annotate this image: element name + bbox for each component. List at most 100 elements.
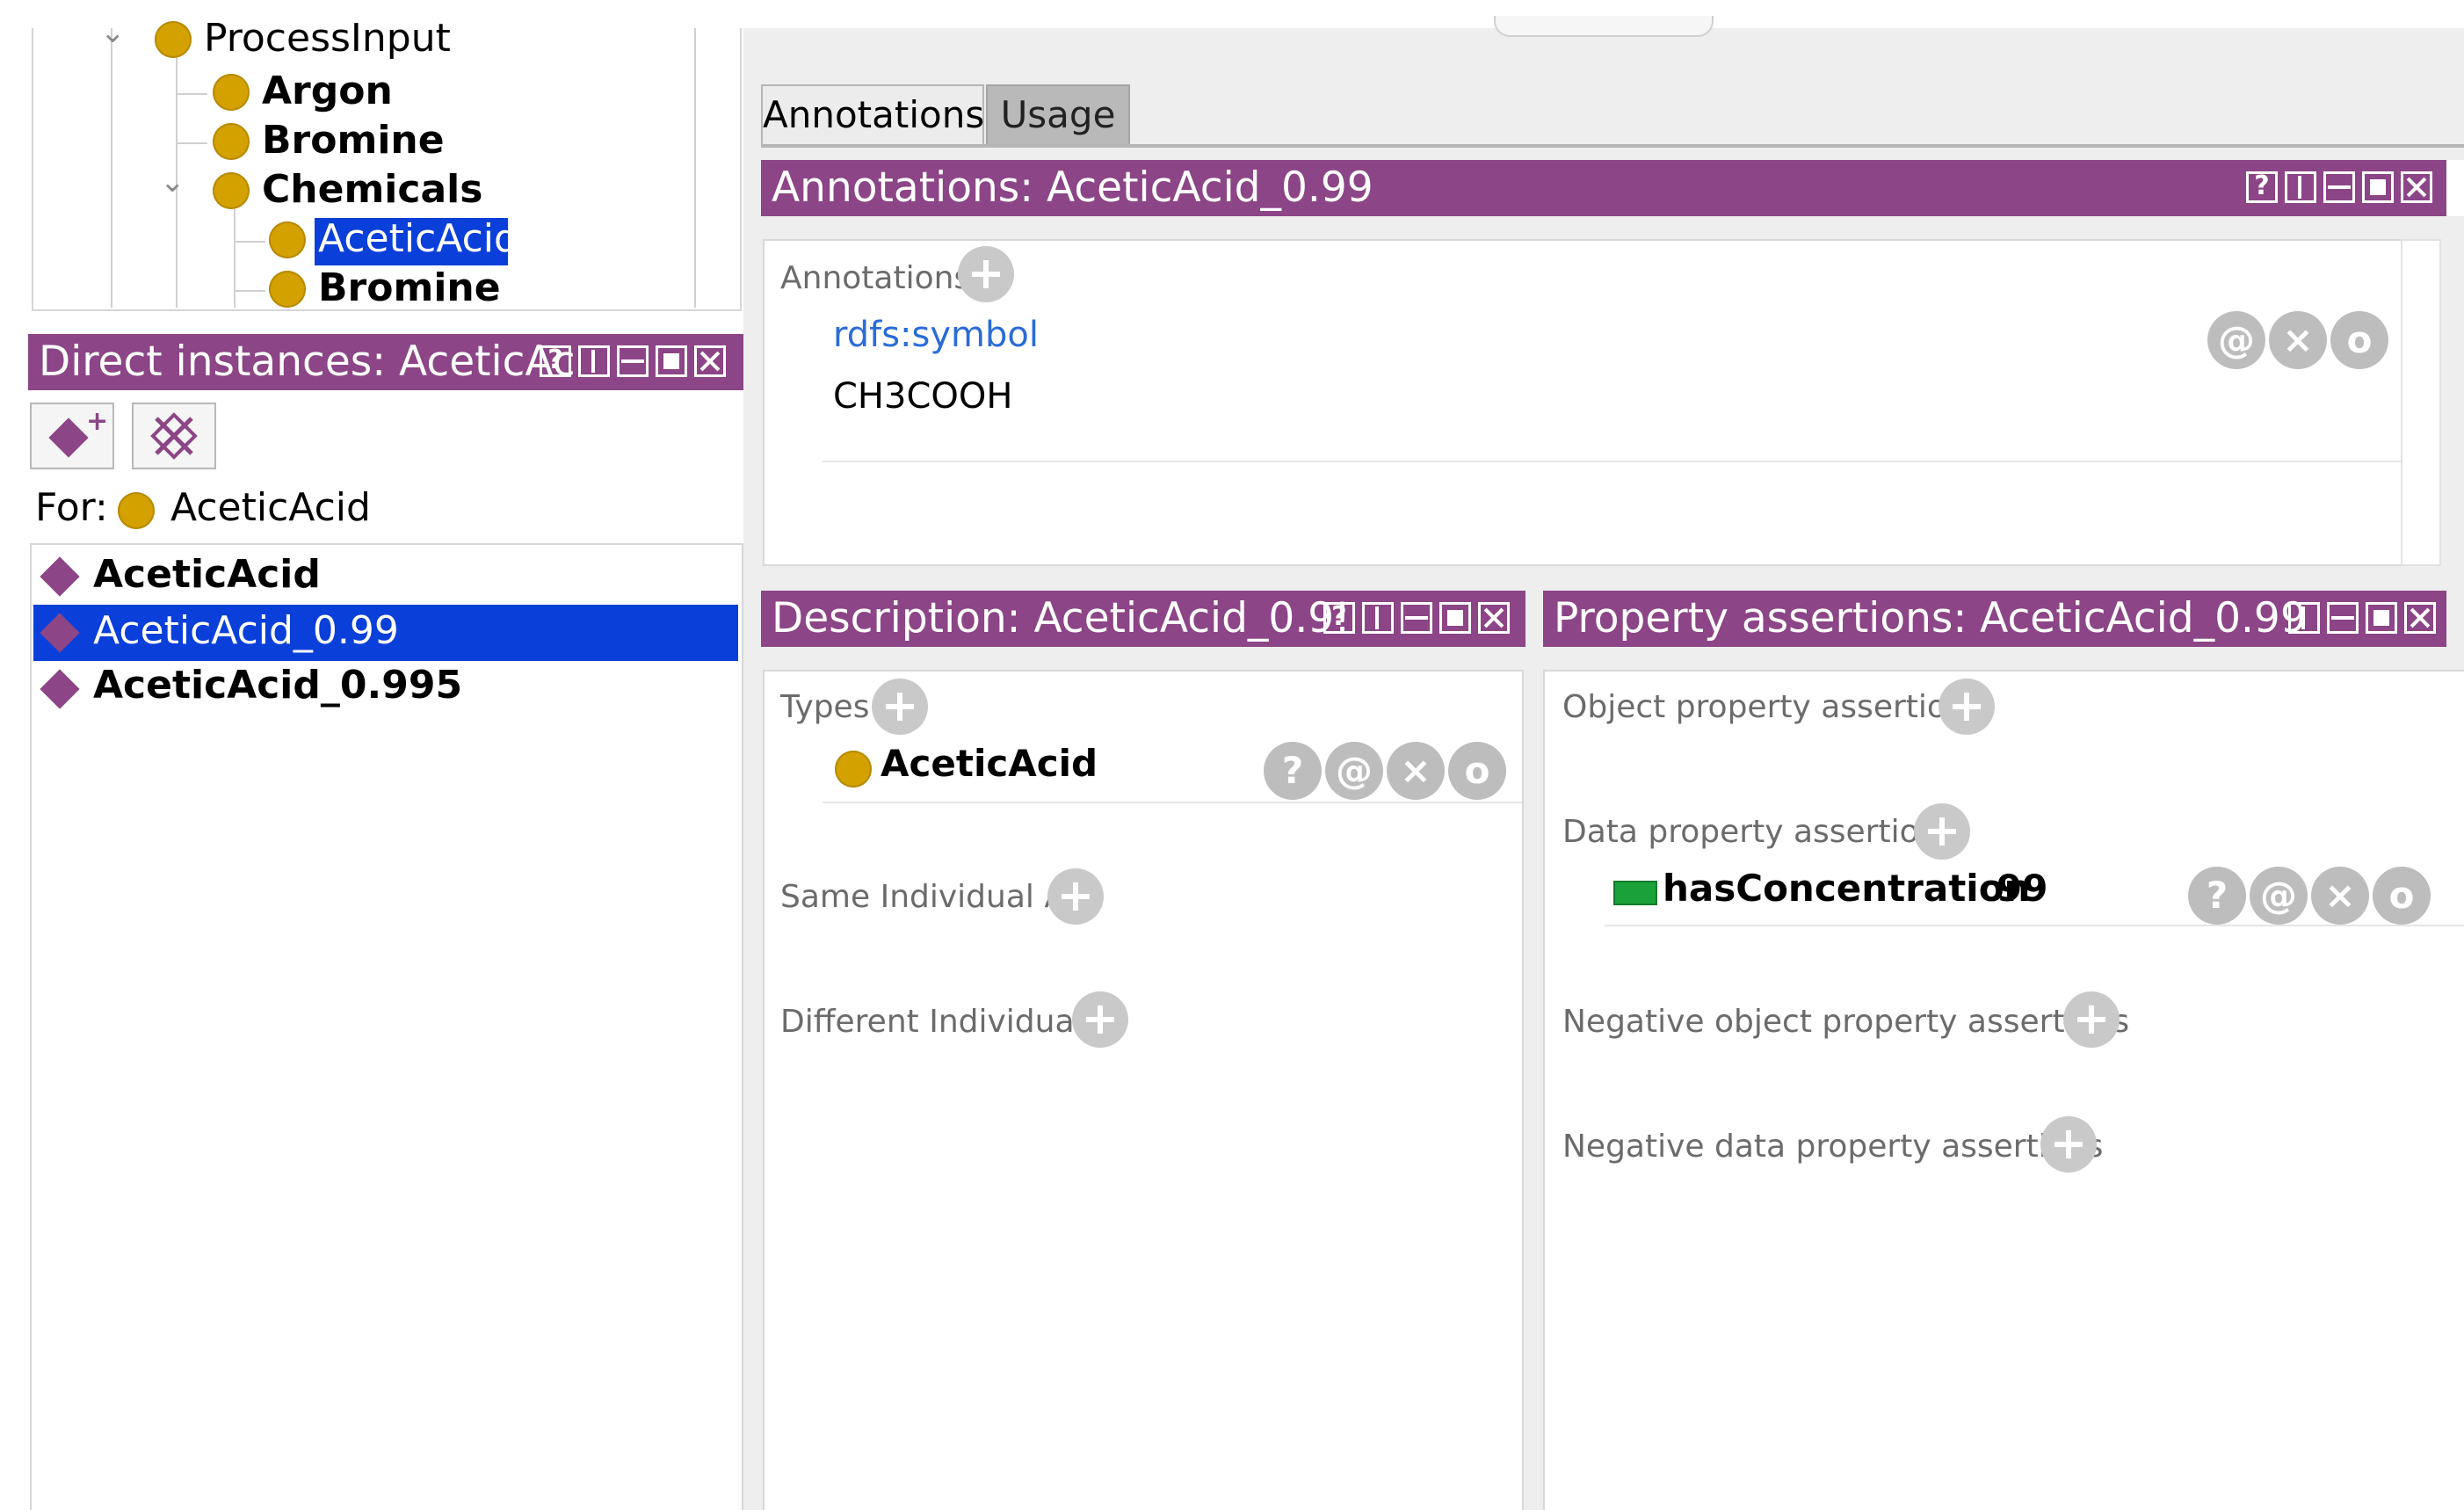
split-horizontal-icon[interactable] xyxy=(1401,602,1432,634)
add-individual-button[interactable]: + xyxy=(30,403,114,469)
help-icon[interactable]: ? xyxy=(2188,867,2246,925)
class-icon xyxy=(213,172,250,209)
add-annotation-button[interactable] xyxy=(958,246,1014,302)
tree-guide-line xyxy=(176,93,207,95)
tree-row-aceticacid[interactable]: AceticAcid xyxy=(264,216,527,265)
delete-icon[interactable]: × xyxy=(2311,867,2369,925)
panel-title: Property assertions: AceticAcid_0.99 xyxy=(1554,594,2307,642)
delete-icon[interactable]: × xyxy=(2269,311,2327,369)
class-icon xyxy=(118,492,155,529)
add-object-property-button[interactable] xyxy=(1939,679,1995,735)
add-type-button[interactable] xyxy=(872,679,928,735)
add-same-individual-button[interactable] xyxy=(1047,868,1104,925)
delete-icon[interactable]: × xyxy=(1387,742,1445,800)
annotation-value: CH3COOH xyxy=(833,376,1013,417)
for-class-label: AceticAcid xyxy=(170,485,371,530)
negative-object-property-label: Negative object property assertions xyxy=(1562,1004,2130,1040)
class-icon xyxy=(155,21,192,58)
add-negative-object-property-button[interactable] xyxy=(2063,991,2120,1048)
data-property-row-separator xyxy=(1605,925,2464,926)
tree-row-processinput[interactable]: ⌄ ProcessInput xyxy=(95,16,464,65)
tree-guide-line xyxy=(234,290,265,292)
delete-individual-icon xyxy=(150,412,198,460)
class-icon xyxy=(269,221,306,258)
tree-row-bromine[interactable]: Bromine xyxy=(207,118,471,165)
help-icon[interactable]: ? xyxy=(1264,742,1322,800)
annotation-property-link[interactable]: rdfs:symbol xyxy=(833,315,1039,355)
tree-item-label: Bromine xyxy=(262,118,445,163)
tree-row-argon[interactable]: Argon xyxy=(207,69,471,116)
split-vertical-icon[interactable] xyxy=(2288,602,2320,634)
help-icon[interactable] xyxy=(540,345,571,377)
split-vertical-icon[interactable] xyxy=(578,345,610,377)
close-icon[interactable] xyxy=(1478,602,1510,634)
tab-usage[interactable]: Usage xyxy=(986,84,1130,146)
tree-item-label: Bromine xyxy=(318,265,501,310)
data-property-assertions-label: Data property assertions xyxy=(1562,814,1956,850)
add-negative-data-property-button[interactable] xyxy=(2040,1116,2097,1172)
data-property-name[interactable]: hasConcentration xyxy=(1663,867,2030,910)
object-property-assertions-label: Object property assertions xyxy=(1562,689,1983,725)
class-icon xyxy=(835,751,872,788)
maximize-icon[interactable] xyxy=(2366,602,2397,634)
delete-individual-button[interactable] xyxy=(132,403,216,469)
list-item[interactable]: AceticAcid xyxy=(33,550,738,603)
split-horizontal-icon[interactable] xyxy=(2327,602,2359,634)
direct-instances-header: Direct instances: AceticAc xyxy=(28,334,743,390)
type-value[interactable]: AceticAcid xyxy=(881,742,1098,785)
different-individuals-label: Different Individuals xyxy=(780,1004,1100,1040)
tab-label: Annotations xyxy=(763,93,985,136)
annotations-section-label: Annotations xyxy=(780,260,971,296)
tree-item-label: Argon xyxy=(262,69,393,113)
split-vertical-icon[interactable] xyxy=(2285,171,2316,203)
tree-item-label: ProcessInput xyxy=(204,16,451,61)
tree-item-label: AceticAcid xyxy=(318,216,518,261)
negative-data-property-label: Negative data property assertions xyxy=(1562,1129,2104,1165)
list-item-selected[interactable]: AceticAcid_0.99 xyxy=(33,605,738,661)
individual-icon xyxy=(48,417,89,458)
types-label: Types xyxy=(780,689,870,725)
tree-guide-line xyxy=(234,241,265,243)
view-controls xyxy=(540,345,726,377)
chevron-down-icon[interactable]: ⌄ xyxy=(160,167,186,197)
description-header: Description: AceticAcid_0.9! xyxy=(761,591,1526,647)
split-horizontal-icon[interactable] xyxy=(617,345,649,377)
close-icon[interactable] xyxy=(694,345,726,377)
maximize-icon[interactable] xyxy=(2362,171,2394,203)
annotations-scrollbar[interactable] xyxy=(2401,239,2441,566)
tree-guide-line xyxy=(234,209,236,308)
chevron-down-icon[interactable]: ⌄ xyxy=(100,18,127,47)
top-split-handle[interactable] xyxy=(1494,16,1714,37)
tree-row-bromine-2[interactable]: Bromine xyxy=(264,265,527,313)
panel-title: Annotations: AceticAcid_0.99 xyxy=(772,163,1373,212)
close-icon[interactable] xyxy=(2404,602,2436,634)
add-different-individual-button[interactable] xyxy=(1072,991,1128,1048)
split-divider[interactable] xyxy=(743,28,761,1510)
maximize-icon[interactable] xyxy=(656,345,687,377)
type-row-separator xyxy=(823,802,1522,803)
data-property-value[interactable]: 99 xyxy=(1997,867,2047,910)
list-item-label: AceticAcid xyxy=(93,552,321,597)
list-item[interactable]: AceticAcid_0.995 xyxy=(33,663,738,715)
annotate-icon[interactable]: @ xyxy=(2250,867,2308,925)
add-data-property-button[interactable] xyxy=(1914,803,1970,860)
class-icon xyxy=(269,271,306,308)
split-horizontal-icon[interactable] xyxy=(2323,171,2355,203)
tree-row-chemicals[interactable]: ⌄ Chemicals xyxy=(155,167,506,214)
edit-icon[interactable]: o xyxy=(1448,742,1506,800)
split-vertical-icon[interactable] xyxy=(1362,602,1394,634)
individual-icon xyxy=(40,669,80,709)
panel-title: Direct instances: AceticAc xyxy=(39,338,576,386)
edit-icon[interactable]: o xyxy=(2373,867,2431,925)
class-icon xyxy=(213,123,250,160)
maximize-icon[interactable] xyxy=(1439,602,1471,634)
annotate-icon[interactable]: @ xyxy=(2207,311,2265,369)
help-icon[interactable] xyxy=(1323,601,1355,634)
close-icon[interactable] xyxy=(2401,171,2432,203)
tab-annotations[interactable]: Annotations xyxy=(761,84,984,146)
edit-icon[interactable]: o xyxy=(2330,311,2388,369)
annotate-icon[interactable]: @ xyxy=(1325,742,1383,800)
same-individual-label: Same Individual As xyxy=(780,879,1083,915)
annotations-header: Annotations: AceticAcid_0.99 xyxy=(761,160,2446,216)
help-icon[interactable] xyxy=(2246,171,2278,203)
